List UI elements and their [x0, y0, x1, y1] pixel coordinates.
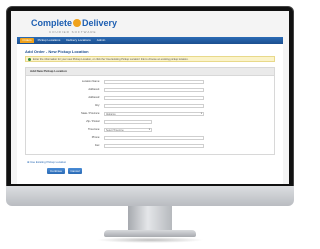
brand-tagline: COURIER SOFTWARE: [49, 30, 97, 34]
tab-label: Delivery Locations: [66, 38, 91, 42]
state-select[interactable]: Alabama: [104, 111, 204, 116]
field-label: Address1:: [88, 88, 100, 91]
tab-delivery-locations[interactable]: Delivery Locations: [64, 38, 93, 43]
address1-input[interactable]: [104, 87, 204, 92]
main-content: Add Order - New Pickup Location Enter th…: [17, 44, 283, 184]
form-row-phone: Phone:: [26, 135, 276, 140]
notice-text: Enter the information for your new Picku…: [33, 58, 189, 61]
tab-orders[interactable]: Orders: [20, 38, 34, 43]
monitor-stand-foot: [104, 230, 196, 237]
monitor-stand-neck: [128, 206, 172, 232]
page-title: Add Order - New Pickup Location: [25, 49, 89, 54]
monitor-screen: Complete Delivery COURIER SOFTWARE Orders…: [11, 11, 289, 184]
cancel-button[interactable]: Cancel: [68, 168, 82, 174]
address2-input[interactable]: [104, 95, 204, 100]
city-input[interactable]: [104, 103, 204, 108]
form-row-fax: Fax:: [26, 143, 276, 148]
form-heading: Add New Pickup Location: [26, 68, 274, 76]
brand-logo-icon: [73, 19, 82, 27]
field-label: City:: [94, 104, 100, 107]
tab-pickup-locations[interactable]: Pickup Locations: [36, 38, 62, 43]
form-row-city: City:: [26, 103, 276, 108]
brand-name-part2: Delivery: [82, 18, 118, 28]
tab-label: Orders: [22, 38, 32, 42]
field-label: Timezone:: [87, 128, 100, 131]
field-label: Address2:: [88, 96, 100, 99]
fax-input[interactable]: [104, 143, 204, 148]
form-row-address1: Address1:: [26, 87, 276, 92]
zip-input[interactable]: [104, 119, 152, 124]
field-label: Zip / Postal:: [86, 120, 100, 123]
tab-label: Pickup Locations: [37, 38, 61, 42]
tab-label: Admin: [96, 38, 106, 42]
phone-input[interactable]: [104, 135, 204, 140]
monitor-shadow: [96, 237, 204, 243]
pickup-location-form: Add New Pickup Location Location Name: A…: [25, 67, 275, 155]
location-name-input[interactable]: [104, 79, 204, 84]
field-label: Fax:: [94, 144, 100, 147]
brand-logo[interactable]: Complete Delivery: [31, 18, 117, 28]
form-row-zip: Zip / Postal:: [26, 119, 276, 124]
main-nav: Orders Pickup Locations Delivery Locatio…: [17, 37, 283, 44]
tab-admin[interactable]: Admin: [95, 38, 107, 43]
form-row-state: State / Province: Alabama: [26, 111, 276, 116]
timezone-select[interactable]: Select Timezone: [104, 127, 152, 132]
field-label: State / Province:: [80, 112, 100, 115]
brand-name-part1: Complete: [31, 18, 73, 28]
info-icon: [28, 58, 31, 61]
field-label: Phone:: [91, 136, 100, 139]
info-notice: Enter the information for your new Picku…: [25, 56, 275, 62]
form-row-timezone: Timezone: Select Timezone: [26, 127, 276, 132]
use-existing-pickup-link[interactable]: ⊕ Use Existing Pickup Location: [27, 160, 66, 164]
monitor-chin: [6, 186, 294, 206]
link-label: Use Existing Pickup Location: [30, 160, 67, 164]
continue-button[interactable]: Continue: [47, 168, 65, 174]
field-label: Location Name:: [81, 80, 100, 83]
form-row-location-name: Location Name:: [26, 79, 276, 84]
form-row-address2: Address2:: [26, 95, 276, 100]
